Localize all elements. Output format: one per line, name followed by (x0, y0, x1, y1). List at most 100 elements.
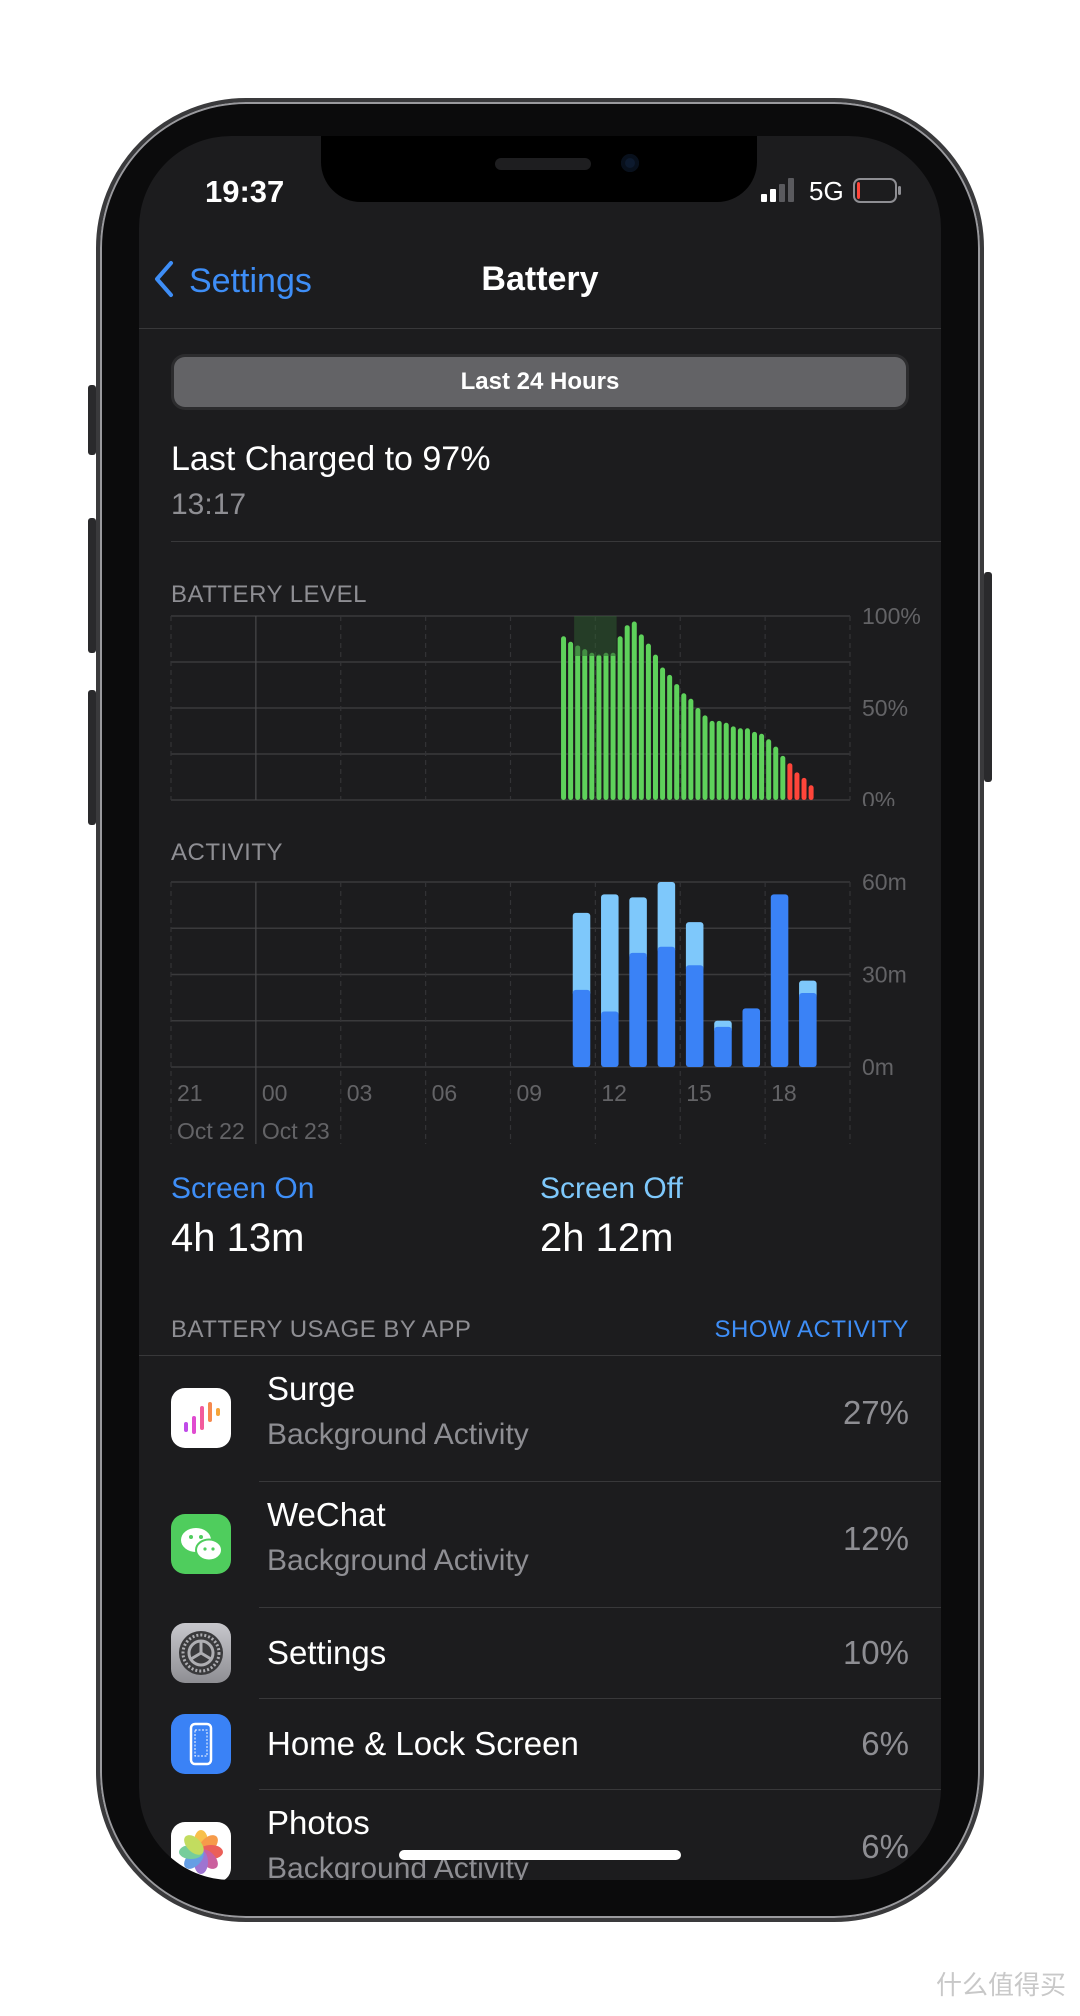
battery-bar (596, 654, 602, 800)
battery-bar (660, 667, 666, 800)
screen: 19:37 5G Settings Battery Last 24 Hours … (139, 136, 941, 1880)
activity-bar-screen-off (657, 882, 676, 953)
activity-bar-screen-on (572, 989, 591, 1067)
activity-bar-screen-off (629, 897, 647, 959)
settings-gear-icon (171, 1623, 231, 1683)
volume-up-button (88, 518, 96, 653)
app-row-wechat[interactable]: WeChat Background Activity 12% (139, 1482, 941, 1607)
battery-bar (730, 726, 736, 800)
x-tick-label: 06 (432, 1080, 458, 1106)
x-tick-label: 00 (262, 1080, 288, 1106)
app-row-settings[interactable]: Settings 10% (139, 1608, 941, 1698)
battery-bar (773, 746, 779, 800)
battery-bar (681, 693, 687, 800)
x-tick-label: 03 (347, 1080, 373, 1106)
app-name: Home & Lock Screen (267, 1725, 579, 1762)
time-range-segmented-control: Last 24 Hours (171, 354, 909, 410)
battery-bar (688, 698, 694, 800)
battery-bar (582, 649, 588, 800)
app-name: Surge (267, 1370, 356, 1407)
app-percent: 6% (861, 1725, 909, 1762)
battery-bar (801, 777, 807, 800)
speaker (495, 158, 591, 170)
home-lock-screen-icon (171, 1714, 231, 1774)
battery-bar (695, 708, 701, 800)
battery-bar (787, 763, 793, 800)
status-time: 19:37 (205, 174, 285, 209)
battery-icon (853, 178, 903, 209)
battery-level-label: BATTERY LEVEL (171, 581, 367, 608)
page-title: Battery (481, 260, 599, 298)
screen-off-value: 2h 12m (540, 1216, 674, 1260)
battery-bar (638, 634, 644, 800)
app-row-surge[interactable]: Surge Background Activity 27% (139, 1356, 941, 1481)
app-percent: 12% (842, 1520, 909, 1557)
battery-bar (561, 636, 567, 800)
y-tick-label: 30m (862, 962, 907, 988)
activity-bar-screen-on (742, 1008, 761, 1067)
app-percent: 6% (861, 1828, 909, 1865)
x-tick-label: 21 (177, 1080, 203, 1106)
activity-bar-screen-on (685, 965, 704, 1067)
activity-bar-screen-off (572, 912, 591, 996)
x-date-label: Oct 23 (262, 1118, 330, 1144)
volume-down-button (88, 690, 96, 825)
y-tick-label: 0m (862, 1054, 894, 1080)
app-detail: Background Activity (267, 1544, 529, 1577)
activity-bar-screen-on (770, 894, 789, 1067)
activity-bar-screen-on (657, 946, 676, 1067)
battery-bar (737, 728, 743, 800)
activity-label: ACTIVITY (171, 839, 284, 866)
battery-bar (645, 643, 651, 800)
app-percent: 27% (842, 1394, 909, 1431)
network-type: 5G (809, 176, 844, 206)
activity-bar-screen-off (685, 922, 704, 972)
activity-chart: 60m 30m 0m 21 00 03 06 09 12 15 18 Oct 22 Oct 23 (170, 869, 907, 1144)
app-row-home-lock-screen[interactable]: Home & Lock Screen 6% (139, 1699, 941, 1789)
notch (321, 136, 757, 202)
signal-icon (761, 178, 797, 207)
app-name: Settings (267, 1634, 387, 1671)
battery-bar (603, 652, 609, 800)
last-charged-time: 13:17 (171, 488, 247, 521)
show-activity-button[interactable]: SHOW ACTIVITY (714, 1316, 909, 1344)
battery-bar (652, 654, 658, 800)
power-button (984, 572, 992, 782)
battery-bar (766, 739, 772, 800)
y-tick-label: 0% (862, 787, 895, 806)
app-row-photos[interactable]: Photos Background Activity 6% (139, 1790, 941, 1880)
activity-bar-screen-on (799, 993, 817, 1067)
home-indicator[interactable] (399, 1850, 681, 1860)
surge-icon (171, 1388, 231, 1448)
x-tick-label: 18 (771, 1080, 797, 1106)
y-tick-label: 50% (862, 695, 908, 721)
x-tick-label: 09 (517, 1080, 543, 1106)
screen-off-label: Screen Off (540, 1172, 683, 1205)
battery-bar (624, 625, 630, 800)
battery-bar (610, 652, 616, 800)
activity-bar-screen-off (601, 894, 619, 1018)
wechat-icon (171, 1514, 231, 1574)
camera (621, 154, 639, 172)
battery-bar (617, 636, 623, 800)
activity-bar-screen-on (601, 1011, 619, 1067)
screen-on-value: 4h 13m (171, 1216, 305, 1260)
battery-bar (744, 728, 750, 800)
app-detail: Background Activity (267, 1418, 529, 1451)
y-tick-label: 100% (862, 606, 921, 629)
watermark: 什么值得买 (935, 1970, 1066, 2000)
battery-bar (568, 641, 574, 800)
segment-last-24-hours[interactable]: Last 24 Hours (174, 357, 906, 407)
battery-bar (702, 715, 708, 800)
battery-bar (794, 772, 800, 800)
nav-divider (139, 328, 941, 329)
activity-bar-screen-on (714, 1026, 732, 1067)
divider (171, 541, 941, 542)
battery-bar (575, 645, 581, 800)
x-tick-label: 15 (686, 1080, 712, 1106)
battery-bar (709, 720, 715, 800)
battery-bar (716, 720, 722, 800)
last-charged-title: Last Charged to 97% (171, 440, 491, 478)
screen-on-label: Screen On (171, 1172, 315, 1205)
battery-bar (759, 733, 765, 800)
